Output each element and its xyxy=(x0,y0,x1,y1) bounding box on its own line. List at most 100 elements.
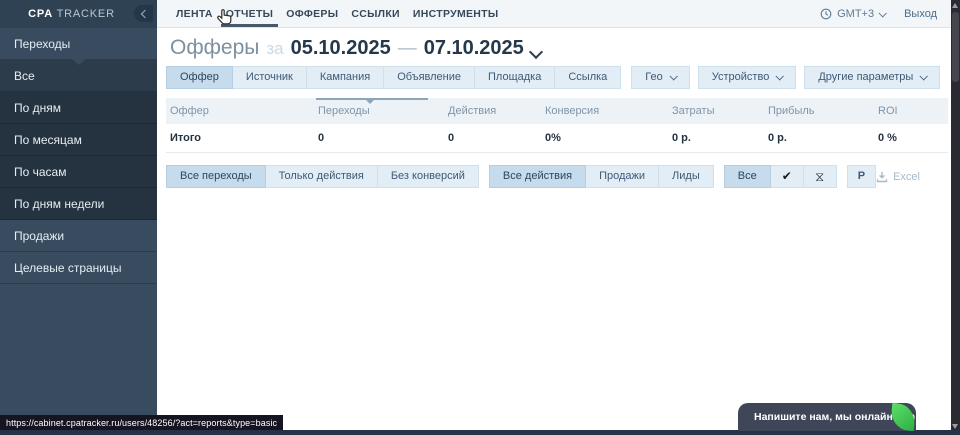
totals-perekhody: 0 xyxy=(314,132,444,144)
scrollbar-down-icon[interactable] xyxy=(952,424,958,429)
excel-export-link[interactable]: Excel xyxy=(876,171,920,183)
pending-filter-button[interactable]: ⧖ xyxy=(803,165,837,188)
app-logo-secondary: TRACKER xyxy=(57,8,115,20)
tab-otchety[interactable]: ОТЧЕТЫ xyxy=(220,0,279,27)
tab-label: ОТЧЕТЫ xyxy=(226,8,273,20)
no-conversions-button[interactable]: Без конверсий xyxy=(377,165,479,188)
sidebar-collapse-button[interactable] xyxy=(134,5,153,22)
sidebar-item-label: Продажи xyxy=(14,229,64,243)
column-header-perekhody[interactable]: Переходы xyxy=(314,98,444,124)
tab-instrumenty[interactable]: ИНСТРУМЕНТЫ xyxy=(407,0,505,27)
totals-label: Итого xyxy=(166,132,314,144)
excel-label: Excel xyxy=(893,171,920,183)
other-params-dropdown[interactable]: Другие параметры xyxy=(804,66,940,89)
date-range-chevron-icon[interactable] xyxy=(529,45,543,59)
scrollbar-thumb[interactable] xyxy=(952,12,959,82)
sidebar-item-label: По дням xyxy=(14,101,61,115)
dimension-tabs: Оффер Источник Кампания Объявление Площа… xyxy=(166,66,621,89)
totals-konversiya: 0% xyxy=(541,132,668,144)
sidebar-item-label: По часам xyxy=(14,165,66,179)
tab-lenta[interactable]: ЛЕНТА xyxy=(170,0,219,27)
tab-ssylki[interactable]: ССЫЛКИ xyxy=(345,0,406,27)
date-to[interactable]: 07.10.2025 xyxy=(424,37,524,60)
chevron-down-icon xyxy=(879,9,887,17)
sidebar-item-label: Все xyxy=(14,69,35,83)
dimension-ssylka-button[interactable]: Ссылка xyxy=(554,66,621,89)
chat-message: Напишите нам, мы онлайн! xyxy=(754,411,896,423)
clock-icon xyxy=(820,8,832,20)
totals-pribyl: 0 р. xyxy=(764,132,874,144)
column-label: ROI xyxy=(878,105,898,117)
column-header-konversiya[interactable]: Конверсия xyxy=(541,98,668,124)
button-label: Без конверсий xyxy=(391,170,465,182)
sidebar-item-label: По месяцам xyxy=(14,133,82,147)
sidebar-item-po-mesyatsam[interactable]: По месяцам xyxy=(0,124,157,156)
column-header-deystviya[interactable]: Действия xyxy=(444,98,541,124)
button-label: Кампания xyxy=(320,71,370,83)
device-dropdown[interactable]: Устройство xyxy=(698,66,797,89)
date-from[interactable]: 05.10.2025 xyxy=(291,37,391,60)
dimension-ploshchadka-button[interactable]: Площадка xyxy=(474,66,555,89)
all-transitions-button[interactable]: Все переходы xyxy=(166,165,266,188)
sidebar-item-label: По дням недели xyxy=(14,197,104,211)
sidebar-item-po-dnyam-nedeli[interactable]: По дням недели xyxy=(0,188,157,220)
sidebar-item-tselevye-stranitsy[interactable]: Целевые страницы xyxy=(0,252,157,284)
main-content: Офферы за 05.10.2025 — 07.10.2025 Оффер … xyxy=(157,28,951,435)
report-table: Оффер Переходы Действия Конверсия Затрат… xyxy=(166,98,948,153)
confirmed-filter-button[interactable]: ✔ xyxy=(770,165,804,188)
download-icon xyxy=(876,171,888,183)
column-header-roi[interactable]: ROI xyxy=(874,98,948,124)
table-totals-row: Итого 0 0 0% 0 р. 0 р. 0 % xyxy=(166,124,948,153)
column-header-pribyl[interactable]: Прибыль xyxy=(764,98,874,124)
leads-button[interactable]: Лиды xyxy=(658,165,714,188)
sidebar-menu: Переходы Все По дням По месяцам По часам… xyxy=(0,28,157,284)
sidebar-item-perekhody[interactable]: Переходы xyxy=(0,28,157,60)
button-label: Устройство xyxy=(712,71,770,83)
status-url-text: https://cabinet.cpatracker.ru/users/4825… xyxy=(6,418,277,428)
column-header-offer[interactable]: Оффер xyxy=(166,98,314,124)
dimension-kampaniya-button[interactable]: Кампания xyxy=(306,66,384,89)
sidebar-item-prodazhi[interactable]: Продажи xyxy=(0,220,157,252)
sidebar-item-po-dnyam[interactable]: По дням xyxy=(0,92,157,124)
hourglass-icon: ⧖ xyxy=(815,169,824,184)
dimension-istochnik-button[interactable]: Источник xyxy=(232,66,307,89)
button-label: Все действия xyxy=(503,170,572,182)
page-title: Офферы xyxy=(170,36,259,60)
tab-label: ОФФЕРЫ xyxy=(286,8,338,20)
table-header-row: Оффер Переходы Действия Конверсия Затрат… xyxy=(166,98,948,124)
logout-link[interactable]: Выход xyxy=(904,8,937,20)
sales-button[interactable]: Продажи xyxy=(585,165,659,188)
column-label: Действия xyxy=(448,105,496,117)
scrollbar-up-icon[interactable] xyxy=(952,3,958,8)
sidebar-filler xyxy=(0,284,157,435)
tab-label: ИНСТРУМЕНТЫ xyxy=(413,8,499,20)
totals-zatraty: 0 р. xyxy=(668,132,764,144)
app-logo: CPA TRACKER xyxy=(28,8,129,20)
button-label: Лиды xyxy=(672,170,700,182)
status-url-tooltip: https://cabinet.cpatracker.ru/users/4825… xyxy=(0,415,283,430)
column-header-zatraty[interactable]: Затраты xyxy=(668,98,764,124)
status-all-button[interactable]: Все xyxy=(724,165,771,188)
column-label: Прибыль xyxy=(768,105,815,117)
geo-dropdown[interactable]: Гео xyxy=(631,66,689,89)
browser-scrollbar[interactable] xyxy=(951,0,960,435)
dimension-offer-button[interactable]: Оффер xyxy=(166,66,233,89)
sidebar-item-po-chasam[interactable]: По часам xyxy=(0,156,157,188)
totals-roi: 0 % xyxy=(874,132,948,144)
button-label: Площадка xyxy=(488,71,541,83)
ruble-filter-button[interactable]: Р xyxy=(847,165,876,188)
button-label: Источник xyxy=(246,71,293,83)
topnav-right: GMT+3 Выход xyxy=(820,0,951,27)
only-actions-button[interactable]: Только действия xyxy=(265,165,378,188)
dimension-obyavlenie-button[interactable]: Объявление xyxy=(383,66,475,89)
all-actions-button[interactable]: Все действия xyxy=(489,165,586,188)
button-label: Оффер xyxy=(180,71,219,83)
date-dash: — xyxy=(398,38,417,60)
ruble-icon: Р xyxy=(858,170,865,182)
sort-caret-icon xyxy=(366,100,374,104)
jivo-chat-widget[interactable]: Напишите нам, мы онлайн! jivo xyxy=(738,403,916,431)
action-filter-group: Все действия Продажи Лиды xyxy=(489,165,714,188)
timezone-selector[interactable]: GMT+3 xyxy=(820,8,885,20)
tab-offery[interactable]: ОФФЕРЫ xyxy=(280,0,344,27)
column-label: Конверсия xyxy=(545,105,599,117)
